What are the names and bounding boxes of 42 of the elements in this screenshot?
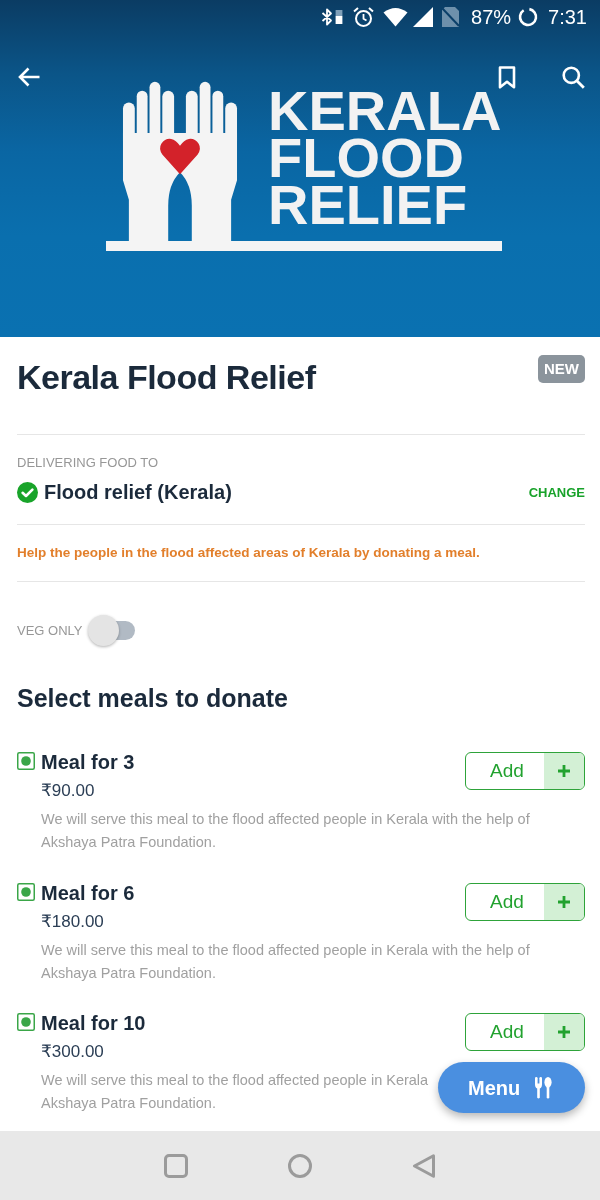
change-link[interactable]: CHANGE	[528, 484, 585, 501]
plus-icon	[544, 883, 584, 920]
section-heading: Select meals to donate	[17, 683, 289, 713]
back-triangle-icon[interactable]	[412, 1153, 436, 1178]
back-arrow-icon[interactable]	[17, 65, 41, 89]
new-badge: NEW	[538, 355, 585, 383]
veg-only-toggle[interactable]	[87, 615, 135, 646]
meal-name: Meal for 6	[41, 881, 135, 904]
meal-description: We will serve this meal to the flood affected people in Kerala with the help of Akshaya Patra Foundation.	[41, 810, 531, 852]
meal-description: We will serve this meal to the flood affected people in Kerala Akshaya Patra Foundation.	[41, 1071, 429, 1113]
wifi-icon	[383, 7, 409, 27]
page-title: Kerala Flood Relief	[17, 357, 316, 397]
home-circle-icon[interactable]	[288, 1153, 312, 1178]
signal-icon	[413, 7, 434, 27]
logo-wordmark: KERALA FLOOD RELIEF	[268, 87, 502, 228]
small-battery-icon	[335, 10, 344, 24]
meal-name: Meal for 10	[41, 1012, 146, 1034]
veg-only-label: VEG ONLY	[17, 622, 83, 639]
meal-price: ₹90.00	[41, 781, 95, 801]
clock-time: 7:31	[548, 6, 587, 28]
alarm-clock-icon	[353, 6, 375, 28]
add-button[interactable]: Add	[465, 752, 585, 790]
utensils-icon	[534, 1076, 553, 1099]
search-icon[interactable]	[562, 65, 585, 89]
menu-button[interactable]: Menu	[438, 1062, 585, 1113]
bookmark-icon[interactable]	[498, 65, 516, 89]
notice-text: Help the people in the flood affected areas of Kerala by donating a meal.	[17, 544, 481, 562]
battery-percent: 87%	[471, 6, 512, 28]
meal-price: ₹180.00	[41, 911, 104, 932]
meal-description: We will serve this meal to the flood affected people in Kerala with the help of Akshaya Patra Foundation.	[41, 940, 531, 983]
ring-icon	[518, 7, 539, 27]
no-sim-icon	[441, 7, 461, 27]
delivery-label: DELIVERING FOOD TO	[17, 455, 160, 471]
meal-name: Meal for 3	[41, 751, 135, 773]
meal-price: ₹300.00	[41, 1042, 104, 1062]
add-button[interactable]: Add	[465, 1013, 585, 1051]
plus-icon	[544, 1014, 584, 1050]
delivery-location: Flood relief (Kerala)	[44, 482, 232, 503]
bluetooth-icon	[321, 8, 334, 26]
plus-icon	[544, 753, 584, 789]
add-button[interactable]: Add	[465, 882, 585, 921]
recents-square-icon[interactable]	[164, 1153, 188, 1178]
